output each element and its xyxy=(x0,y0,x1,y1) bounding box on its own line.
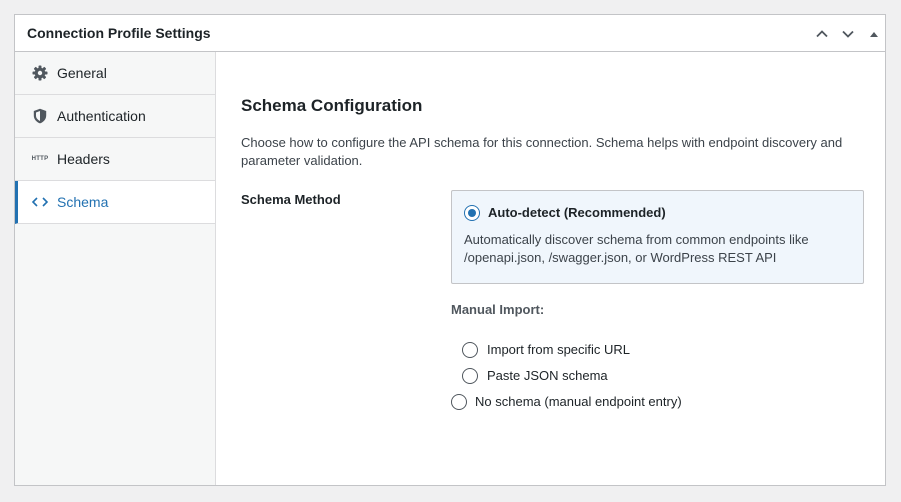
sidebar-item-label: Schema xyxy=(57,194,109,210)
chevron-down-icon xyxy=(842,30,854,38)
move-down-button[interactable] xyxy=(837,23,859,45)
sidebar-item-headers[interactable]: HTTP Headers xyxy=(15,138,215,181)
sidebar-item-label: General xyxy=(57,65,107,81)
sidebar-item-authentication[interactable]: Authentication xyxy=(15,95,215,138)
shield-icon xyxy=(31,95,49,137)
sidebar-item-label: Authentication xyxy=(57,108,146,124)
panel-header: Connection Profile Settings xyxy=(15,15,885,52)
auto-detect-label[interactable]: Auto-detect (Recommended) xyxy=(488,205,666,220)
sidebar-item-general[interactable]: General xyxy=(15,52,215,95)
section-title: Schema Configuration xyxy=(241,96,423,115)
code-icon xyxy=(31,181,49,223)
chevron-up-icon xyxy=(816,30,828,38)
move-up-button[interactable] xyxy=(811,23,833,45)
no-schema-label[interactable]: No schema (manual endpoint entry) xyxy=(475,394,682,409)
import-url-radio[interactable] xyxy=(462,342,478,358)
manual-import-label: Manual Import: xyxy=(451,302,545,317)
schema-content: Schema Configuration Choose how to confi… xyxy=(216,52,885,485)
import-url-label[interactable]: Import from specific URL xyxy=(487,342,630,357)
http-icon: HTTP xyxy=(31,156,49,162)
auto-detect-radio[interactable] xyxy=(464,205,480,221)
paste-json-radio[interactable] xyxy=(462,368,478,384)
auto-detect-option-box: Auto-detect (Recommended) Automatically … xyxy=(451,190,864,284)
schema-method-label: Schema Method xyxy=(241,192,341,207)
no-schema-radio[interactable] xyxy=(451,394,467,410)
section-description: Choose how to configure the API schema f… xyxy=(241,135,843,168)
gear-icon xyxy=(31,52,49,94)
paste-json-label[interactable]: Paste JSON schema xyxy=(487,368,608,383)
triangle-up-icon xyxy=(870,32,878,37)
settings-sidebar: General Authentication HTTP Headers Sche… xyxy=(15,52,216,485)
sidebar-item-schema[interactable]: Schema xyxy=(15,181,215,224)
sidebar-item-label: Headers xyxy=(57,151,110,167)
auto-detect-description: Automatically discover schema from commo… xyxy=(464,232,809,265)
collapse-toggle-button[interactable] xyxy=(863,23,885,45)
settings-panel: Connection Profile Settings General Auth… xyxy=(14,14,886,486)
panel-title: Connection Profile Settings xyxy=(27,25,211,41)
